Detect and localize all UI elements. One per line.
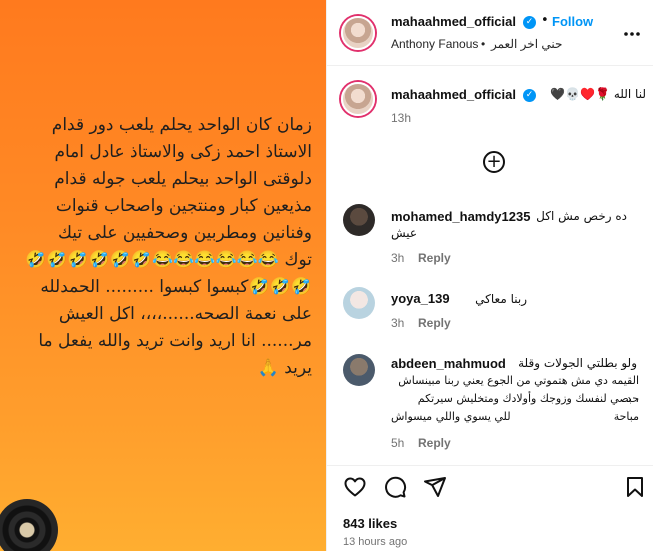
like-heart-icon[interactable] [343,475,367,499]
comment-text: ولو بطلتي الجولات وقلة [518,356,637,370]
post-timestamp[interactable]: 13 hours ago [343,536,407,548]
reply-button[interactable]: Reply [418,316,451,330]
comment-time: 3h [391,316,405,330]
post-image[interactable]: زمان كان الواحد يحلم يلعب دور قدام الاست… [0,0,326,551]
comment-avatar[interactable] [343,204,375,236]
follow-button[interactable]: Follow [552,14,593,29]
verified-icon: ✓ [523,89,536,102]
comment-username[interactable]: yoya_139 [391,291,450,306]
caption-avatar[interactable] [341,82,375,116]
header-username[interactable]: mahaahmed_official [391,14,516,29]
share-paper-plane-icon[interactable] [423,475,447,499]
caption-username[interactable]: mahaahmed_official [391,87,516,102]
caption-text: لنا الله 🌹♥️💀🖤 [550,87,646,101]
post-actions: 843 likes 13 hours ago [327,465,653,551]
likes-count[interactable]: 843 likes [343,516,397,531]
comment-username[interactable]: mohamed_hamdy1235 [391,209,530,224]
audio-title[interactable]: حني اخر العمر [491,37,562,51]
more-icon[interactable] [623,22,641,41]
caption-time: 13h [391,111,412,125]
comment-text: ربنا معاكي [475,292,527,306]
post-sidebar: mahaahmed_official ✓ • Follow Anthony Fa… [326,0,653,551]
more-dots-icon [624,32,640,36]
comment-text: ده رخص مش اكل [536,209,627,223]
comment-username[interactable]: abdeen_mahmuod [391,356,506,371]
save-bookmark-icon[interactable] [623,475,647,499]
comment-bubble-icon[interactable] [383,475,407,499]
reply-button[interactable]: Reply [418,251,451,265]
vinyl-record-icon [0,499,58,551]
separator-dot: • [541,13,549,28]
load-more-comments-icon[interactable]: + [483,151,505,173]
audio-artist[interactable]: Anthony Fanous [391,37,478,51]
comment-time: 3h [391,251,405,265]
comment-text-cont: للي يسوي واللي ميسواش [391,410,511,423]
post-header: mahaahmed_official ✓ • Follow Anthony Fa… [327,0,653,66]
comment-text-cont: عيش [391,226,418,240]
comment-avatar[interactable] [343,354,375,386]
audio-separator: • [481,37,486,51]
comment-avatar[interactable] [343,287,375,319]
post-text: زمان كان الواحد يحلم يلعب دور قدام الاست… [25,115,312,378]
avatar[interactable] [341,16,375,50]
reply-button[interactable]: Reply [418,436,451,450]
verified-icon: ✓ [523,16,536,29]
comment-time: 5h [391,436,405,450]
